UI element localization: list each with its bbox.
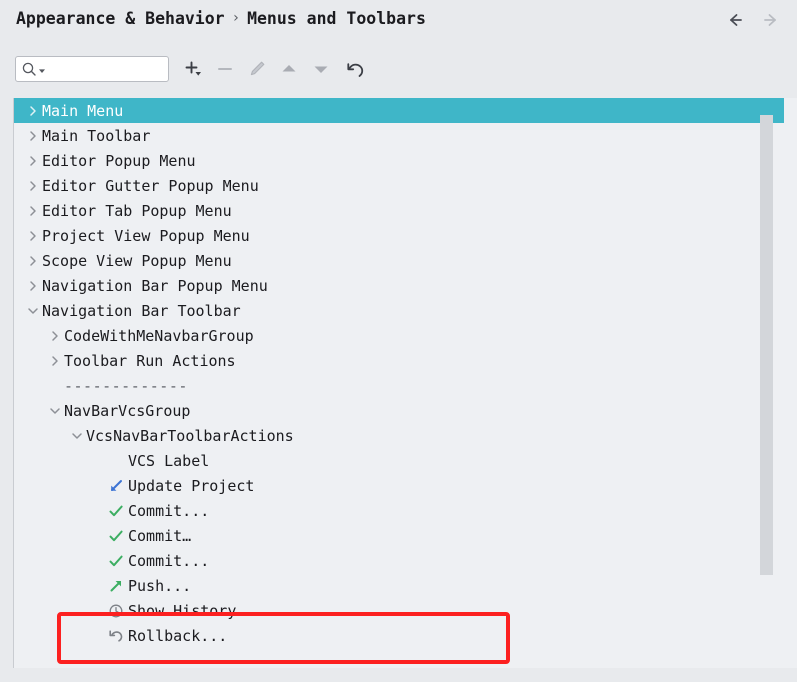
chevron-down-icon[interactable]	[46, 405, 63, 417]
chevron-right-icon[interactable]	[24, 105, 41, 117]
tree-row-label: Toolbar Run Actions	[64, 351, 236, 370]
restore-defaults-button[interactable]	[342, 56, 368, 82]
search-box[interactable]	[15, 56, 169, 82]
breadcrumb-item-menus-and-toolbars[interactable]: Menus and Toolbars	[247, 9, 426, 28]
tree-row-label: Rollback...	[128, 626, 228, 645]
search-dropdown-chevron-down-icon[interactable]	[38, 67, 46, 75]
tree-row-label: Commit...	[128, 551, 210, 570]
tree-row[interactable]: Scope View Popup Menu	[14, 248, 784, 273]
tree-row-label: Commit...	[128, 501, 210, 520]
tree-row[interactable]: Show History	[14, 598, 784, 623]
update-icon	[107, 478, 125, 494]
commit-icon	[107, 553, 125, 569]
tree-row-label: Editor Popup Menu	[42, 151, 196, 170]
rollback-icon	[107, 627, 125, 644]
tree-row[interactable]: VCS Label	[14, 448, 784, 473]
history-icon	[107, 603, 125, 619]
chevron-down-icon[interactable]	[68, 430, 85, 442]
tree-row-label: Project View Popup Menu	[42, 226, 250, 245]
chevron-right-icon[interactable]	[46, 355, 63, 367]
tree-row-label: NavBarVcsGroup	[64, 401, 191, 420]
edit-button	[244, 56, 270, 82]
tree-row[interactable]: Project View Popup Menu	[14, 223, 784, 248]
search-input[interactable]	[46, 62, 160, 76]
breadcrumb-separator-icon: ›	[231, 9, 241, 26]
tree-row-label: Scope View Popup Menu	[42, 251, 232, 270]
tree-row[interactable]: Rollback...	[14, 623, 784, 648]
tree-row[interactable]: Commit…	[14, 523, 784, 548]
tree-row-label: Editor Tab Popup Menu	[42, 201, 232, 220]
breadcrumb: Appearance & Behavior › Menus and Toolba…	[16, 9, 426, 28]
tree-row[interactable]: Toolbar Run Actions	[14, 348, 784, 373]
tree-row[interactable]: Editor Gutter Popup Menu	[14, 173, 784, 198]
tree-row[interactable]: -------------	[14, 373, 784, 398]
chevron-right-icon[interactable]	[24, 230, 41, 242]
tree-row-label: Navigation Bar Popup Menu	[42, 276, 268, 295]
tree-row[interactable]: Commit...	[14, 548, 784, 573]
breadcrumb-item-appearance[interactable]: Appearance & Behavior	[16, 9, 225, 28]
tree-scrollbar-thumb[interactable]	[760, 115, 773, 575]
tree-row-label: Main Toolbar	[42, 126, 151, 145]
tree-row[interactable]: Main Menu	[14, 98, 784, 123]
chevron-down-icon[interactable]	[24, 305, 41, 317]
tree-row-label: Navigation Bar Toolbar	[42, 301, 241, 320]
tree-row[interactable]: Navigation Bar Toolbar	[14, 298, 784, 323]
navigation-arrows	[725, 10, 781, 30]
tree-row-label: Update Project	[128, 476, 255, 495]
add-button[interactable]	[180, 56, 206, 82]
tree-row-label: Main Menu	[42, 101, 124, 120]
chevron-right-icon[interactable]	[24, 280, 41, 292]
menu-tree[interactable]: Main Menu Main Toolbar Editor Popup Menu Ed…	[14, 98, 784, 668]
tree-row[interactable]: Main Toolbar	[14, 123, 784, 148]
tree-row-label: -------------	[64, 376, 188, 395]
tree-row-label: Editor Gutter Popup Menu	[42, 176, 259, 195]
tree-row[interactable]: NavBarVcsGroup	[14, 398, 784, 423]
tree-row[interactable]: Navigation Bar Popup Menu	[14, 273, 784, 298]
tree-row-label: Show History	[128, 601, 237, 620]
tree-row[interactable]: Commit...	[14, 498, 784, 523]
tree-row-label: Push...	[128, 576, 192, 595]
tree-scrollbar-track[interactable]	[760, 98, 785, 668]
tree-row-label: VcsNavBarToolbarActions	[86, 426, 294, 445]
tree-row[interactable]: Push...	[14, 573, 784, 598]
arrow-left-icon[interactable]	[725, 10, 745, 30]
tree-row[interactable]: Update Project	[14, 473, 784, 498]
chevron-right-icon[interactable]	[46, 330, 63, 342]
tree-row[interactable]: Editor Tab Popup Menu	[14, 198, 784, 223]
commit-icon	[107, 503, 125, 519]
move-up-button[interactable]	[276, 56, 302, 82]
push-icon	[107, 578, 125, 594]
chevron-right-icon[interactable]	[24, 155, 41, 167]
menus-and-toolbars-panel: Main Menu Main Toolbar Editor Popup Menu Ed…	[13, 98, 797, 668]
tree-row-label: CodeWithMeNavbarGroup	[64, 326, 254, 345]
remove-button	[212, 56, 238, 82]
chevron-right-icon[interactable]	[24, 255, 41, 267]
chevron-right-icon[interactable]	[24, 180, 41, 192]
move-down-button[interactable]	[308, 56, 334, 82]
tree-row-label: Commit…	[128, 526, 192, 545]
commit-icon	[107, 528, 125, 544]
tree-row[interactable]: Editor Popup Menu	[14, 148, 784, 173]
tree-row-label: VCS Label	[128, 451, 210, 470]
chevron-right-icon[interactable]	[24, 205, 41, 217]
tree-row[interactable]: CodeWithMeNavbarGroup	[14, 323, 784, 348]
chevron-right-icon[interactable]	[24, 130, 41, 142]
search-icon	[21, 61, 38, 78]
arrow-right-icon	[761, 10, 781, 30]
tree-row[interactable]: VcsNavBarToolbarActions	[14, 423, 784, 448]
tree-toolbar	[0, 46, 797, 98]
settings-header: Appearance & Behavior › Menus and Toolba…	[0, 0, 797, 46]
